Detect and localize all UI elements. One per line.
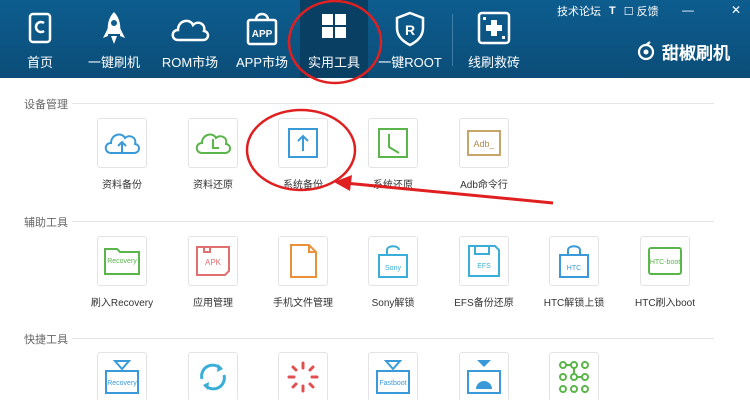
section-divider bbox=[72, 221, 714, 222]
nav-rom-market[interactable]: ROM市场 bbox=[154, 0, 226, 78]
cloud-clock-icon bbox=[195, 133, 231, 154]
loading-spinner-icon bbox=[287, 361, 319, 393]
tool-tile: Adb_ bbox=[459, 118, 509, 168]
htc-tile-text: HTC bbox=[567, 265, 581, 272]
rocket-icon bbox=[103, 12, 125, 44]
tool-tile bbox=[278, 118, 328, 168]
section-divider bbox=[72, 338, 714, 339]
nav-utility-tools[interactable]: 实用工具 bbox=[300, 0, 368, 78]
nav-brick-rescue[interactable]: 线刷救砖 bbox=[458, 0, 530, 78]
recovery-reboot-icon: Recovery bbox=[105, 360, 139, 394]
nav-one-click-flash-label: 一键刷机 bbox=[87, 55, 140, 70]
tool-tile bbox=[459, 352, 509, 400]
minimize-button[interactable]: — bbox=[678, 1, 698, 19]
tool-tile bbox=[188, 352, 238, 400]
refresh-icon bbox=[200, 363, 226, 391]
recovery-tile-text: Recovery bbox=[107, 258, 137, 265]
sony-tile-text: Sony bbox=[385, 265, 401, 272]
reboot-recovery-tile-text: Recovery bbox=[107, 380, 137, 387]
nav-home[interactable]: 首页 bbox=[4, 0, 76, 78]
tool-tile bbox=[278, 352, 328, 400]
tool-tile: Recovery bbox=[97, 352, 147, 400]
section-title-assist: 辅助工具 bbox=[24, 217, 68, 229]
nav-one-click-root[interactable]: R 一键ROOT bbox=[374, 0, 446, 78]
feedback-label: 反馈 bbox=[636, 6, 659, 18]
tool-tile: Recovery bbox=[97, 236, 147, 286]
window-links: 技术论坛 T ☐ 反馈 bbox=[557, 2, 659, 20]
tool-label: HTC刷入boot bbox=[634, 298, 695, 309]
home-icon bbox=[28, 12, 52, 44]
android-download-icon bbox=[467, 360, 501, 394]
tool-tile: APK bbox=[188, 236, 238, 286]
clock-box-icon bbox=[378, 128, 408, 158]
sony-lock-icon: Sony bbox=[378, 245, 408, 278]
svg-text:R: R bbox=[405, 22, 415, 38]
htc-lock-icon: HTC bbox=[559, 245, 589, 278]
nav-app-market[interactable]: APP APP市场 bbox=[226, 0, 298, 78]
htc-boot-icon: HTC-boot bbox=[648, 247, 682, 275]
brand-name: 甜椒刷机 bbox=[662, 43, 730, 63]
nav-home-label: 首页 bbox=[26, 55, 53, 70]
tool-tile: Sony bbox=[368, 236, 418, 286]
nav-utility-tools-label: 实用工具 bbox=[307, 55, 360, 70]
pattern-lock-icon bbox=[559, 361, 589, 393]
htc-boot-tile-text: HTC-boot bbox=[650, 259, 680, 266]
top-navigation-bar: 首页 一键刷机 ROM市场 APP APP市场 实用工具 R 一键ROOT 线刷… bbox=[0, 0, 750, 78]
tool-tile bbox=[188, 118, 238, 168]
nav-app-market-label: APP市场 bbox=[235, 55, 288, 70]
efs-tile-text: EFS bbox=[477, 263, 491, 270]
tool-tile: Fastboot bbox=[368, 352, 418, 400]
svg-text:APP: APP bbox=[252, 29, 273, 40]
tool-tile: EFS bbox=[459, 236, 509, 286]
root-shield-icon: R bbox=[395, 11, 425, 47]
tool-tile bbox=[97, 118, 147, 168]
upload-box-icon bbox=[288, 128, 318, 158]
tool-tile: HTC-boot bbox=[640, 236, 690, 286]
tool-tile bbox=[278, 236, 328, 286]
feedback-icon: ☐ bbox=[623, 6, 634, 18]
brand-logo: 甜椒刷机 bbox=[636, 38, 730, 64]
tool-label: Adb命令行 bbox=[460, 180, 508, 191]
brick-rescue-icon bbox=[477, 11, 511, 45]
tool-tile bbox=[549, 352, 599, 400]
section-title-quick: 快捷工具 bbox=[24, 334, 68, 346]
section-title-device: 设备管理 bbox=[24, 99, 68, 111]
close-button[interactable]: ✕ bbox=[726, 1, 746, 19]
shirt-icon[interactable]: T bbox=[609, 5, 616, 17]
tool-tile: HTC bbox=[549, 236, 599, 286]
fastboot-icon: Fastboot bbox=[376, 360, 410, 394]
file-icon bbox=[290, 244, 317, 278]
efs-disk-icon: EFS bbox=[468, 245, 500, 277]
grid-tools-icon bbox=[322, 14, 346, 38]
section-divider bbox=[72, 103, 714, 104]
nav-one-click-flash[interactable]: 一键刷机 bbox=[78, 0, 150, 78]
nav-rom-market-label: ROM市场 bbox=[161, 55, 219, 70]
recovery-folder-icon: Recovery bbox=[104, 248, 140, 275]
tool-tile bbox=[368, 118, 418, 168]
tech-forum-link[interactable]: 技术论坛 bbox=[557, 3, 601, 19]
nav-divider bbox=[452, 14, 453, 66]
brand-pepper-icon bbox=[637, 41, 655, 61]
cloud-icon bbox=[171, 19, 210, 42]
adb-terminal-icon: Adb_ bbox=[467, 130, 501, 156]
nav-brick-rescue-label: 线刷救砖 bbox=[467, 55, 520, 70]
apk-folder-icon: APK bbox=[196, 246, 230, 276]
apk-tile-text: APK bbox=[205, 258, 222, 267]
app-bag-icon: APP bbox=[246, 12, 278, 46]
feedback-link[interactable]: ☐ 反馈 bbox=[624, 3, 659, 19]
fastboot-tile-text: Fastboot bbox=[379, 380, 406, 387]
adb-tile-text: Adb_ bbox=[473, 139, 495, 149]
nav-one-click-root-label: 一键ROOT bbox=[378, 55, 442, 70]
cloud-upload-icon bbox=[104, 133, 140, 154]
